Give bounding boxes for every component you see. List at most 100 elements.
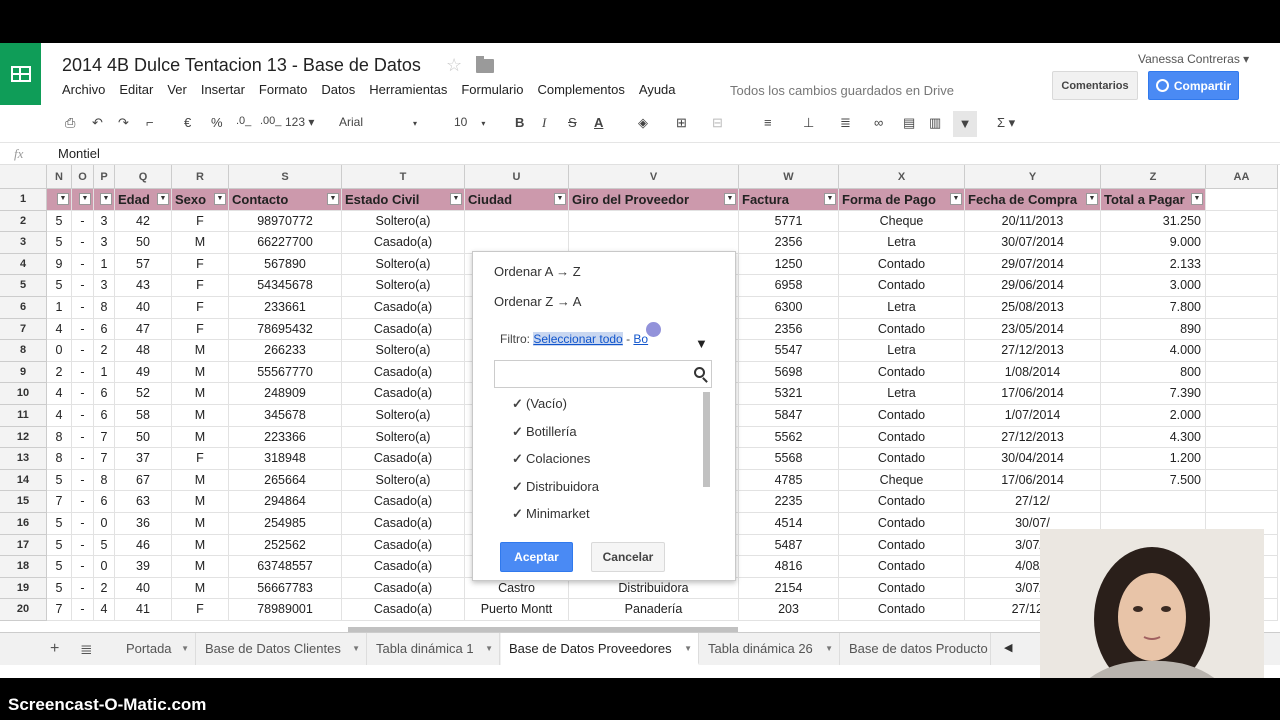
header-cell[interactable]: Factura ▼	[739, 189, 839, 211]
table-cell[interactable]: 46	[115, 534, 172, 557]
table-cell[interactable]: Contado	[839, 534, 965, 557]
table-cell[interactable]: 2.133	[1101, 253, 1206, 276]
header-cell[interactable]: Estado Civil ▼	[342, 189, 465, 211]
header-cell[interactable]: Ciudad ▼	[465, 189, 569, 211]
table-cell[interactable]: 5	[47, 232, 72, 254]
table-cell[interactable]: Soltero(a)	[342, 210, 465, 233]
table-cell[interactable]: Contado	[839, 491, 965, 513]
sheet-tab[interactable]: Base de datos Producto	[841, 633, 991, 665]
menu-item-herramientas[interactable]: Herramientas	[369, 82, 447, 97]
column-header-n[interactable]: N	[47, 165, 72, 189]
table-cell[interactable]: 66227700	[229, 232, 342, 254]
table-cell[interactable]: 5	[47, 210, 72, 233]
row-header-14[interactable]: 14	[0, 469, 47, 492]
filter-option[interactable]: ✓ Minimarket	[512, 506, 590, 522]
table-cell[interactable]: 1/07/2014	[965, 405, 1101, 427]
table-cell[interactable]: M	[172, 577, 229, 600]
row-header-13[interactable]: 13	[0, 448, 47, 470]
column-header-z[interactable]: Z	[1101, 165, 1206, 189]
table-cell[interactable]: M	[172, 469, 229, 492]
row-header-19[interactable]: 19	[0, 577, 47, 600]
filter-option[interactable]: ✓ Colaciones	[512, 451, 590, 467]
table-cell[interactable]: Casado(a)	[342, 232, 465, 254]
table-cell[interactable]: Casado(a)	[342, 318, 465, 341]
header-cell[interactable]: Sexo ▼	[172, 189, 229, 211]
filter-option[interactable]: ✓ Distribuidora	[512, 479, 599, 495]
table-cell[interactable]: -	[72, 426, 94, 449]
table-cell[interactable]: 0	[94, 556, 115, 578]
row-header-5[interactable]: 5	[0, 275, 47, 297]
table-cell[interactable]: 252562	[229, 534, 342, 557]
row-header-18[interactable]: 18	[0, 556, 47, 578]
table-cell[interactable]: Contado	[839, 556, 965, 578]
table-cell[interactable]: 7.390	[1101, 383, 1206, 405]
tab-menu-icon[interactable]: ▼	[352, 633, 360, 665]
redo-icon[interactable]: ↷	[118, 115, 129, 131]
filter-option[interactable]: ✓ (Vacío)	[512, 396, 567, 412]
table-cell[interactable]: 6	[94, 383, 115, 405]
align-horizontal-icon[interactable]: ≡	[764, 115, 772, 130]
table-cell[interactable]: 39	[115, 556, 172, 578]
table-cell[interactable]: Letra	[839, 340, 965, 362]
column-header-y[interactable]: Y	[965, 165, 1101, 189]
table-cell[interactable]: 0	[94, 513, 115, 535]
table-cell[interactable]: -	[72, 318, 94, 341]
share-button[interactable]: Compartir	[1148, 71, 1239, 100]
column-header-x[interactable]: X	[839, 165, 965, 189]
table-cell[interactable]: 36	[115, 513, 172, 535]
table-cell[interactable]: F	[172, 297, 229, 319]
table-cell[interactable]: Soltero(a)	[342, 469, 465, 492]
table-cell[interactable]: 5	[47, 513, 72, 535]
column-header-r[interactable]: R	[172, 165, 229, 189]
table-cell[interactable]: 567890	[229, 253, 342, 276]
table-cell[interactable]: 30/04/2014	[965, 448, 1101, 470]
filter-dropdown-icon[interactable]: ▼	[1191, 193, 1203, 205]
table-cell[interactable]: 1	[94, 253, 115, 276]
table-cell[interactable]: 254985	[229, 513, 342, 535]
strikethrough-button[interactable]: S	[568, 115, 577, 130]
sheet-tab[interactable]: Portada ▼	[118, 633, 196, 665]
table-cell[interactable]: Contado	[839, 426, 965, 449]
functions-button[interactable]: Σ ▾	[997, 115, 1015, 131]
table-cell[interactable]	[1206, 448, 1278, 470]
table-cell[interactable]	[1206, 469, 1278, 492]
table-cell[interactable]: 48	[115, 340, 172, 362]
table-cell[interactable]: 266233	[229, 340, 342, 362]
row-header-11[interactable]: 11	[0, 405, 47, 427]
table-cell[interactable]: 56667783	[229, 577, 342, 600]
chart-icon[interactable]: ▥	[929, 115, 941, 131]
column-header-q[interactable]: Q	[115, 165, 172, 189]
table-cell[interactable]: Casado(a)	[342, 491, 465, 513]
filter-dropdown-icon[interactable]: ▼	[57, 193, 69, 205]
table-cell[interactable]: 800	[1101, 361, 1206, 384]
table-cell[interactable]: -	[72, 361, 94, 384]
header-cell[interactable]: Forma de Pago ▼	[839, 189, 965, 211]
table-cell[interactable]: -	[72, 383, 94, 405]
table-cell[interactable]: Distribuidora	[569, 577, 739, 600]
link-icon[interactable]: ∞	[874, 115, 883, 130]
table-cell[interactable]: 6300	[739, 297, 839, 319]
row-header-16[interactable]: 16	[0, 513, 47, 535]
table-cell[interactable]	[1206, 361, 1278, 384]
table-cell[interactable]: 5	[47, 469, 72, 492]
table-cell[interactable]: M	[172, 491, 229, 513]
table-cell[interactable]: Casado(a)	[342, 599, 465, 621]
filter-dropdown-icon[interactable]: ▼	[79, 193, 91, 205]
table-cell[interactable]: Cheque	[839, 210, 965, 233]
table-cell[interactable]: -	[72, 513, 94, 535]
table-cell[interactable]: F	[172, 318, 229, 341]
table-cell[interactable]: 2.000	[1101, 405, 1206, 427]
table-cell[interactable]: Casado(a)	[342, 534, 465, 557]
table-cell[interactable]: 3	[94, 210, 115, 233]
row-header-3[interactable]: 3	[0, 232, 47, 254]
table-cell[interactable]: 63	[115, 491, 172, 513]
table-cell[interactable]	[1206, 426, 1278, 449]
sheet-tab[interactable]: Base de Datos Clientes ▼	[197, 633, 367, 665]
table-cell[interactable]: Casado(a)	[342, 383, 465, 405]
table-cell[interactable]: Soltero(a)	[342, 275, 465, 297]
table-cell[interactable]: -	[72, 297, 94, 319]
table-cell[interactable]: 40	[115, 577, 172, 600]
row-header-8[interactable]: 8	[0, 340, 47, 362]
menu-item-formulario[interactable]: Formulario	[461, 82, 523, 97]
select-all-link[interactable]: Seleccionar todo	[533, 332, 623, 346]
